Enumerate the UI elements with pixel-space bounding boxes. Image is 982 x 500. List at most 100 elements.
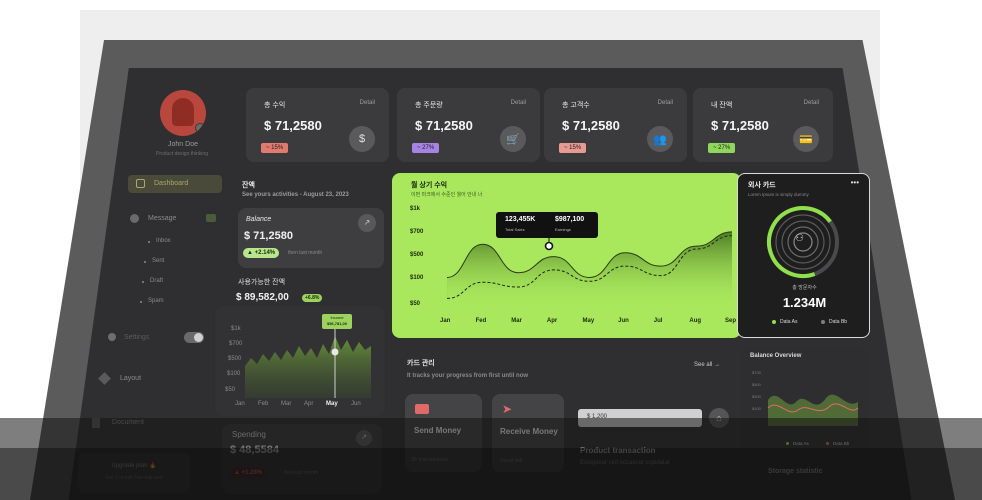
cart-icon[interactable]: 🛒 [500, 126, 526, 152]
y-tick: $100 [410, 275, 424, 281]
sidebar-item-message[interactable]: Message [128, 212, 222, 226]
available-label: 사용가능한 잔액 [238, 279, 286, 286]
stat-detail-link[interactable]: Detail [658, 100, 673, 106]
stat-value: $ 71,2580 [562, 118, 620, 133]
users-icon: ⚇ [795, 233, 804, 244]
x-tick: Fed [475, 318, 487, 324]
stat-title: 내 잔액 [711, 102, 733, 109]
legend-label: Data As [780, 319, 798, 325]
balance-change-badge: ▲ +2.14% [243, 248, 280, 258]
sidebar-item-document[interactable]: Document [92, 416, 192, 432]
bullet [142, 281, 144, 283]
expand-icon[interactable]: ↗ [356, 430, 372, 446]
stat-detail-link[interactable]: Detail [360, 100, 375, 106]
theme-toggle[interactable] [184, 332, 204, 343]
message-icon [130, 214, 139, 223]
mini-chart-card: $1k $700 $500 $100 $50 Income $56,781,00… [215, 306, 385, 416]
sidebar-item-layout[interactable]: Layout [98, 372, 200, 388]
card-icon [415, 404, 429, 414]
stat-detail-link[interactable]: Detail [511, 100, 526, 106]
more-icon[interactable]: ••• [851, 178, 859, 187]
send-money-card[interactable]: Send Money 36 transactions [405, 394, 482, 472]
wallet-icon[interactable]: 💳 [793, 126, 819, 152]
tooltip-label: Income [330, 315, 344, 320]
legend-data-as: Data As [772, 319, 798, 325]
legend-label: Data Bb [833, 441, 850, 446]
x-tick: Apr [304, 401, 314, 407]
sidebar-item-label: Layout [120, 375, 142, 382]
y-tick: $500 [410, 252, 424, 258]
total-visitors-value: 1.234M [782, 295, 827, 310]
highlight-point[interactable] [544, 241, 554, 251]
wallet-subtitle: Lorem Ipsum is simply dummy [748, 192, 809, 197]
stat-card[interactable]: 내 잔액 Detail $ 71,2580 ~ 27% 💳 [693, 88, 833, 162]
x-tick: May [326, 401, 338, 407]
sidebar-subitem-inbox[interactable]: Inbox [156, 238, 171, 244]
overview-legend-b: Data Bb [826, 441, 849, 446]
sidebar-item-label: Settings [124, 334, 150, 341]
stat-card[interactable]: 총 수익 Detail $ 71,2580 ~ 15% $ [246, 88, 389, 162]
x-tick: Jun [618, 318, 629, 324]
balance-label: Balance [246, 216, 272, 223]
visitor-card: 외사 카드 ••• Lorem Ipsum is simply dummy ⚇ … [737, 173, 870, 338]
tooltip-left-value: 123,455K [505, 216, 536, 223]
mini-chart-tooltip: Income $56,781,00 [322, 314, 352, 329]
x-tick: Jan [440, 318, 451, 324]
expand-icon[interactable]: ↗ [358, 214, 376, 232]
x-tick: Feb [258, 401, 269, 407]
upgrade-title: Upgrade plan 🔥 [111, 463, 157, 469]
receive-sub: Send link [500, 458, 523, 464]
send-title: Send Money [414, 426, 462, 435]
document-icon [92, 418, 100, 428]
balance-card[interactable]: Balance $ 71,2580 ▲ +2.14% then last mon… [238, 208, 384, 268]
stat-change-badge: ~ 15% [559, 143, 587, 153]
stat-detail-link[interactable]: Detail [804, 100, 819, 106]
sidebar-item-label: Message [148, 215, 177, 222]
receive-money-card[interactable]: ➤ Receive Money Send link [492, 394, 564, 472]
product-transaction-sub: Excepteur sint occaecat cupidatat [580, 460, 670, 466]
activity-title: 잔액 [242, 182, 255, 189]
x-tick: Jan [235, 401, 245, 407]
users-icon[interactable]: 👥 [647, 126, 673, 152]
legend-dot [772, 319, 776, 324]
y-tick: $700 [410, 229, 424, 235]
stat-title: 총 주문량 [415, 102, 443, 109]
x-tick: Aug [689, 318, 702, 324]
balance-change-note: then last month [288, 250, 323, 256]
tooltip-right-label: Earnings [555, 227, 571, 232]
wallet-title: 외사 카드 [748, 182, 776, 189]
product-transaction-title: Product transaction [580, 446, 656, 455]
legend-dot [821, 319, 825, 324]
stat-card[interactable]: 총 주문량 Detail $ 71,2580 ~ 27% 🛒 [397, 88, 540, 162]
x-tick: Mar [511, 318, 522, 324]
spending-card[interactable]: Spending $ 48,5584 ▲ +1.28% then last mo… [222, 424, 382, 494]
toggle-knob [194, 333, 203, 342]
sidebar-subitem-spam[interactable]: Spam [148, 298, 164, 304]
storage-statistic-card: Storage statistic [752, 458, 880, 498]
balance-value: $ 71,2580 [244, 230, 293, 242]
see-all-link[interactable]: See all → [694, 362, 720, 368]
sidebar-item-settings[interactable]: Settings [108, 330, 208, 346]
tooltip-left-label: Total Sales [505, 227, 525, 232]
sales-area-chart [446, 231, 733, 306]
send-arrow-icon: ➤ [502, 402, 513, 416]
sidebar-item-label: Dashboard [154, 180, 189, 187]
stat-title: 총 수익 [264, 102, 286, 109]
activity-subtitle: See yours activities - August 23, 2023 [242, 192, 349, 198]
profile-avatar[interactable] [160, 90, 206, 136]
sidebar-subitem-sent[interactable]: Sent [152, 258, 164, 264]
upgrade-plan-card[interactable]: Upgrade plan 🔥 Get 1 month free trial an… [78, 453, 190, 493]
x-tick: May [582, 318, 595, 324]
stat-card[interactable]: 총 고객수 Detail $ 71,2580 ~ 15% 👥 [544, 88, 687, 162]
sidebar-item-dashboard[interactable]: Dashboard [128, 175, 222, 193]
spending-note: then last month [284, 470, 319, 476]
cart-button[interactable]: ⌂ [709, 408, 729, 428]
sidebar-subitem-draft[interactable]: Draft [150, 278, 163, 284]
x-tick: Mar [281, 401, 292, 407]
y-tick: $1k [410, 206, 421, 212]
balance-overview-chart [767, 394, 859, 426]
send-sub: 36 transactions [411, 457, 449, 463]
amount-input[interactable]: $ 1,200 [578, 409, 702, 427]
stat-value: $ 71,2580 [415, 118, 473, 133]
dollar-icon[interactable]: $ [349, 126, 375, 152]
